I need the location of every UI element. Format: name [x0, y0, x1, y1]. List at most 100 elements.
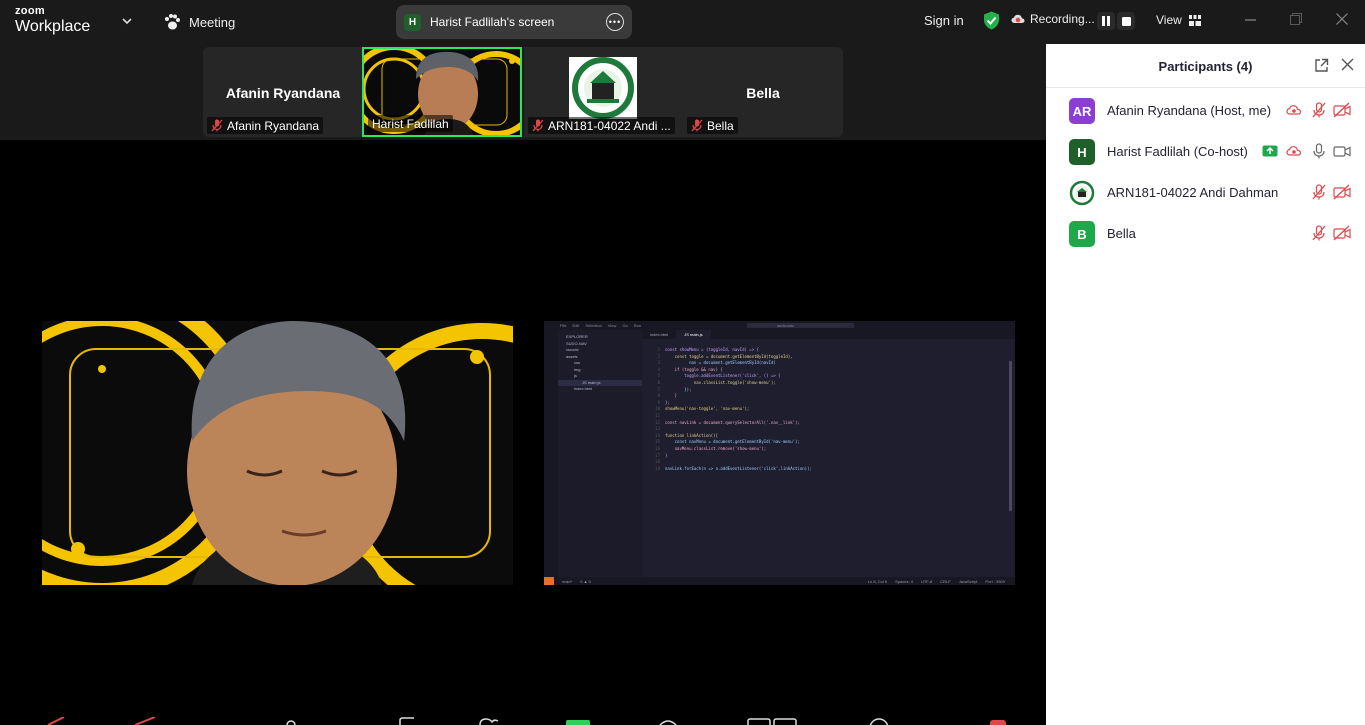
security-shield-icon[interactable]: [983, 11, 1000, 30]
line-number: 17: [655, 452, 660, 458]
chat-button[interactable]: [398, 717, 416, 725]
code-text: }: [665, 393, 678, 399]
code-text: navLink.forEach(n => n.addEventListener(…: [665, 465, 812, 471]
remote-indicator: [544, 577, 554, 585]
view-button[interactable]: View: [1156, 13, 1201, 27]
mic-muted-icon[interactable]: [1311, 184, 1327, 200]
stop-recording-button[interactable]: [1117, 12, 1135, 30]
participants-panel-header: Participants (4): [1046, 44, 1365, 88]
line-number: 13: [655, 426, 660, 432]
editor-menu-item: Go: [622, 323, 628, 328]
breakout-rooms-button[interactable]: [747, 717, 799, 725]
code-text: function linkAction(){: [665, 432, 718, 438]
main-video-tile[interactable]: [42, 321, 513, 585]
sign-in-link[interactable]: Sign in: [924, 13, 964, 28]
close-icon[interactable]: [1341, 58, 1354, 71]
maximize-button[interactable]: [1290, 12, 1302, 28]
stop-icon: [1121, 16, 1131, 26]
meeting-label: Meeting: [189, 14, 236, 30]
recording-indicator[interactable]: Recording...: [1011, 12, 1095, 26]
status-item: Spaces: 4: [895, 578, 913, 584]
code-line: 13: [642, 426, 1015, 433]
video-icon[interactable]: [1333, 143, 1351, 159]
code-text: const showMenu = (toggleId, navId) => {: [665, 347, 759, 352]
editor-activity-bar: [544, 330, 558, 577]
editor-tabs: index.html JS main.js: [642, 330, 1015, 339]
mic-muted-icon[interactable]: [1311, 102, 1327, 118]
participant-thumbnail-active[interactable]: Harist Fadlilah: [362, 47, 522, 137]
editor-menu-item: Run: [633, 323, 642, 328]
avatar: [1069, 180, 1095, 206]
record-button[interactable]: [658, 717, 678, 725]
mute-button[interactable]: [46, 717, 68, 725]
code-line: 2 const toggle = document.getElementById…: [642, 354, 1015, 361]
react-button[interactable]: [478, 717, 500, 725]
mic-icon[interactable]: [1311, 143, 1327, 159]
code-text: const navLink = document.querySelectorAl…: [665, 419, 800, 425]
status-item: Ln 8, Col 6: [867, 578, 888, 584]
line-number: 19: [655, 465, 660, 471]
line-number: 11: [655, 412, 660, 418]
pop-out-icon[interactable]: [1314, 58, 1329, 73]
status-item: UTF-8: [920, 578, 933, 584]
participant-row[interactable]: ARN181-04022 Andi Dahman: [1046, 172, 1365, 213]
code-line: 3 nav = document.getElementById(navId): [642, 360, 1015, 367]
status-item: 0 ▲ 0: [580, 578, 591, 584]
participants-button[interactable]: [285, 717, 297, 725]
sharer-avatar: H: [404, 13, 421, 31]
mic-muted-icon[interactable]: [1311, 225, 1327, 241]
pause-recording-button[interactable]: [1097, 12, 1115, 30]
recording-cloud-icon: [1286, 105, 1302, 115]
thumbnail-display-name: Afanin Ryandana: [225, 85, 341, 101]
thumbnail-label-text: ARN181-04022 Andi ...: [548, 118, 671, 133]
participant-thumbnail[interactable]: Afanin Ryandana Afanin Ryandana: [203, 47, 363, 137]
editor-menu-item: View: [607, 323, 617, 328]
participant-row[interactable]: B Bella: [1046, 213, 1365, 254]
avatar: H: [1069, 139, 1095, 165]
end-button[interactable]: [988, 717, 1008, 725]
code-text: const navMenu = document.getElementById(…: [665, 439, 800, 445]
screen-share-indicator[interactable]: H Harist Fadlilah's screen •••: [396, 5, 632, 39]
view-label: View: [1156, 13, 1182, 27]
code-line: 12 const navLink = document.querySelector…: [642, 420, 1015, 427]
minimize-button[interactable]: [1245, 12, 1256, 28]
participant-thumbnail-strip: Afanin Ryandana Afanin Ryandana Harist F…: [0, 44, 1046, 140]
minimize-icon: [1245, 19, 1256, 21]
code-line: 4 if (toggle && nav) {: [642, 367, 1015, 374]
line-number: 5: [657, 373, 660, 379]
video-off-icon[interactable]: [1333, 225, 1351, 241]
editor-menu-bar: File Edit Selection View Go Run sudo-nav: [544, 321, 1015, 330]
code-text: };: [665, 399, 670, 405]
code-line: 6 nav.classList.toggle('show-menu');: [642, 380, 1015, 387]
screen-share-icon: [1262, 145, 1278, 157]
editor-explorer: EXPLORER SUDO-NAV vscode assets css img …: [558, 330, 642, 577]
video-off-icon[interactable]: [1333, 184, 1351, 200]
line-number: 12: [655, 419, 660, 425]
participant-thumbnail[interactable]: ARN181-04022 Andi ...: [524, 47, 684, 137]
thumbnail-label-text: Bella: [707, 118, 734, 133]
share-button[interactable]: [566, 717, 590, 725]
zoom-logo[interactable]: zoom Workplace: [15, 6, 90, 35]
mic-muted-icon: [532, 119, 544, 132]
close-window-button[interactable]: [1336, 12, 1348, 28]
code-line: 8 }: [642, 393, 1015, 400]
pause-icon: [1102, 16, 1110, 26]
participant-row[interactable]: H Harist Fadlilah (Co-host): [1046, 131, 1365, 172]
code-text: nav = document.getElementById(navId): [665, 360, 776, 366]
line-number: 3: [657, 360, 660, 366]
line-number: 4: [657, 366, 660, 372]
participant-thumbnail[interactable]: Bella Bella: [683, 47, 843, 137]
line-number: 18: [655, 459, 660, 465]
chevron-down-icon[interactable]: [122, 14, 132, 28]
participant-row[interactable]: AR Afanin Ryandana (Host, me): [1046, 90, 1365, 131]
video-off-icon[interactable]: [1333, 102, 1351, 118]
line-number: 6: [657, 379, 660, 385]
recording-label: Recording...: [1030, 12, 1095, 26]
code-line: 19 navLink.forEach(n => n.addEventListene…: [642, 466, 1015, 473]
meeting-info-button[interactable]: Meeting: [163, 13, 235, 31]
code-text: if (toggle && nav) {: [665, 366, 723, 372]
video-button[interactable]: [133, 717, 157, 725]
apps-button[interactable]: [868, 717, 890, 725]
more-options-icon[interactable]: •••: [606, 13, 624, 31]
shared-screen[interactable]: File Edit Selection View Go Run sudo-nav…: [544, 321, 1015, 585]
